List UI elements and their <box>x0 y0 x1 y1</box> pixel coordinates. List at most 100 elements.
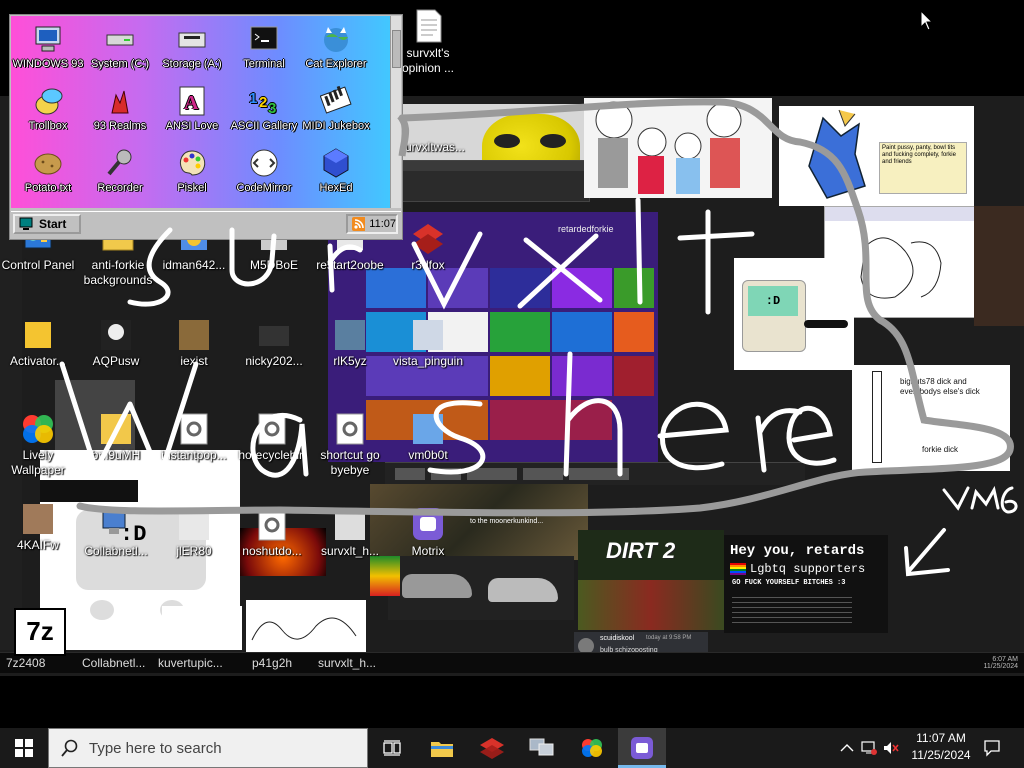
windows93-start-button[interactable]: Start <box>13 214 81 234</box>
windows93-icon-ansi-love[interactable]: A ANSI Love <box>154 85 230 132</box>
search-box[interactable]: Type here to search <box>48 728 368 768</box>
windows93-window[interactable]: WINDOWS 93 System (C:) Storage (A:) Termina… <box>9 14 403 240</box>
desktop-icon-rlk5yz[interactable]: rlK5yz <box>312 316 388 369</box>
image-icon <box>335 510 365 540</box>
desktop-icon-motrix[interactable]: Motrix <box>390 506 466 559</box>
desktop-icon-label: survxlt_h... <box>320 544 380 558</box>
collage-cars <box>388 556 574 620</box>
windows93-icon-midi-jukebox[interactable]: MIDI Jukebox <box>298 85 374 132</box>
windows93-icon-storage-a[interactable]: Storage (A:) <box>154 23 230 70</box>
nested-clock-time: 6:07 AM <box>992 656 1018 663</box>
microphone-icon <box>107 149 132 176</box>
windows93-icon-label: ANSI Love <box>165 120 219 132</box>
windows93-icon-label: MIDI Jukebox <box>302 120 370 132</box>
motrix-icon <box>631 737 653 759</box>
rss-icon[interactable] <box>352 217 366 231</box>
start-button[interactable] <box>0 728 48 768</box>
desktop-icon-activator[interactable]: Activator... <box>0 316 76 369</box>
nested-task-survxlt: survxlt_h... <box>318 656 377 670</box>
windows93-icon-codemirror[interactable]: CodeMirror <box>226 147 302 194</box>
desktop-icon-4kaifw[interactable]: 4KAIFw <box>0 500 76 553</box>
desktop-icon-vm0b0t[interactable]: vm0b0t <box>390 410 466 463</box>
collage-right-dark <box>974 206 1024 326</box>
windows93-icon-label: ASCII Gallery <box>230 120 298 132</box>
search-placeholder: Type here to search <box>89 739 222 757</box>
windows93-icon-recorder[interactable]: Recorder <box>82 147 158 194</box>
image-icon <box>23 504 53 534</box>
desktop-icon-horecyclebin[interactable]: horecyclebin <box>234 410 310 463</box>
chat-user: scuidiskool <box>600 635 635 642</box>
collage-blue-cat-note: Paint pussy, panty, bowl tits and fuckin… <box>779 106 974 206</box>
desktop-icon-lively-wallpaper[interactable]: Lively Wallpaper <box>0 410 76 478</box>
windows93-taskbar: Start 11:07 <box>11 211 401 238</box>
settings-file-icon <box>258 413 286 445</box>
taskbar-r3dfox[interactable] <box>468 728 516 768</box>
desktop-icon-label: horecyclebin <box>238 448 306 462</box>
windows93-icon-cat-explorer[interactable]: Cat Explorer <box>298 23 374 70</box>
windows93-icon-piskel[interactable]: Piskel <box>154 147 230 194</box>
taskbar-collabnet[interactable] <box>518 728 566 768</box>
computer-icon <box>35 26 61 52</box>
windows93-tray: 11:07 <box>346 214 398 234</box>
windows93-icon-potato-txt[interactable]: Potato.txt <box>10 147 86 194</box>
r3dfox-icon <box>480 738 504 759</box>
taskbar-motrix[interactable] <box>618 728 666 768</box>
network-computer-icon <box>529 738 554 756</box>
desktop-icon-shortcut-go-byebye[interactable]: shortcut go byebye <box>312 410 388 478</box>
chevron-up-icon <box>840 744 854 752</box>
notification-center[interactable] <box>982 738 1002 758</box>
desktop-icon-aqpusw[interactable]: AQPusw <box>78 316 154 369</box>
desktop: Paint pussy, panty, bowl tits and fuckin… <box>0 0 1024 728</box>
windows93-icon-system-c[interactable]: System (C:) <box>82 23 158 70</box>
notification-icon <box>984 740 1000 757</box>
windows93-icon-label: HexEd <box>319 182 353 194</box>
windows93-icon-hexed[interactable]: HexEd <box>298 147 374 194</box>
desktop-icon-label: instantpop... <box>161 448 227 462</box>
collage-cartoon-strip <box>162 606 242 650</box>
r3dfox-icon <box>413 224 443 254</box>
taskbar-file-explorer[interactable] <box>418 728 466 768</box>
computer-icon <box>19 217 33 230</box>
windows93-icon-label: Trollbox <box>28 120 68 132</box>
desktop-icon-collabnet[interactable]: Collabnetl... <box>78 506 154 559</box>
desktop-icon-vista-pinguin[interactable]: vista_pinguin <box>390 316 466 369</box>
desktop-icon-jler80[interactable]: jlER80 <box>156 506 232 559</box>
task-view-button[interactable] <box>368 728 416 768</box>
show-hidden-icons[interactable] <box>838 738 856 758</box>
network-tray[interactable] <box>860 738 878 758</box>
windows93-icon-label: System (C:) <box>90 58 150 70</box>
search-icon <box>61 739 78 757</box>
desktop-icon-iexist[interactable]: iexist <box>156 316 232 369</box>
metro-user: retardedforkie <box>558 224 614 234</box>
7zip-icon[interactable]: 7z <box>14 608 66 656</box>
floppy-drive-icon <box>178 32 206 48</box>
desktop-icon-survxlt-h[interactable]: survxlt_h... <box>312 506 388 559</box>
desktop-icon-bm9umh[interactable]: bm9uMH <box>78 410 154 463</box>
desktop-icon-label: survxltwas... <box>398 140 465 154</box>
windows93-icon-terminal[interactable]: Terminal <box>226 23 302 70</box>
dick-note-2: forkie dick <box>922 445 959 454</box>
desktop-icon-label: Activator... <box>9 354 67 368</box>
windows93-icon-label: WINDOWS 93 <box>12 58 84 70</box>
desktop-icon-noshutdo[interactable]: noshutdo... <box>234 506 310 559</box>
taskbar-clock[interactable]: 11:07 AM 11/25/2024 <box>896 730 986 766</box>
windows93-icon-label: CodeMirror <box>236 182 292 194</box>
windows93-icon-label: 93 Realms <box>93 120 147 132</box>
windows93-icon-label: Piskel <box>177 182 207 194</box>
desktop-icon-instantpop[interactable]: instantpop... <box>156 410 232 463</box>
text-file-icon <box>416 9 442 43</box>
taskbar-lively[interactable] <box>568 728 616 768</box>
image-icon <box>413 414 443 444</box>
nested-clock-date: 11/25/2024 <box>983 663 1018 670</box>
windows93-icon-93-realms[interactable]: 93 Realms <box>82 85 158 132</box>
desktop-icon-label: shortcut go byebye <box>320 448 380 477</box>
collage-bmo-robot: :D <box>734 258 854 370</box>
windows93-icon-ascii-gallery[interactable]: 1 2 3 ASCII Gallery <box>226 85 302 132</box>
dirt2-logo: DIRT 2 <box>606 538 676 563</box>
windows93-scrollbar[interactable] <box>390 16 401 208</box>
windows93-icon-trollbox[interactable]: Trollbox <box>10 85 86 132</box>
desktop-icon-survxltwas[interactable]: survxltwas... <box>394 140 470 155</box>
windows93-icon-windows-93[interactable]: WINDOWS 93 <box>10 23 86 70</box>
desktop-icon-nicky202[interactable]: nicky202... <box>236 316 312 369</box>
nested-task-kuvertupic: kuvertupic... <box>158 656 223 670</box>
